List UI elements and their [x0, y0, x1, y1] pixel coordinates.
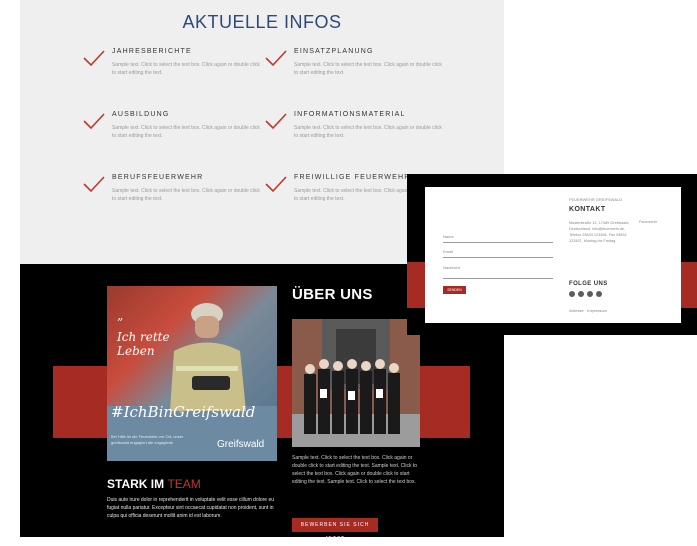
- team-photo-image: [292, 319, 420, 447]
- ueber-uns-heading: ÜBER UNS: [292, 286, 373, 303]
- info-text: Sample text. Click to select the text bo…: [112, 188, 260, 202]
- checkmark-icon: [265, 113, 287, 130]
- footer-links[interactable]: Adresse · Impressum: [569, 308, 607, 313]
- info-text: Sample text. Click to select the text bo…: [294, 62, 442, 76]
- name-field[interactable]: [443, 242, 553, 243]
- greifswald-logo: Greifswald: [217, 439, 265, 450]
- campaign-poster: ” Ich rette Leben #IchBinGreifswald Bei …: [107, 286, 277, 461]
- ueber-uns-text: Sample text. Click to select the text bo…: [292, 455, 418, 485]
- send-button[interactable]: SENDEN: [443, 286, 466, 294]
- name-label: Name: [443, 234, 454, 239]
- kontakt-kicker: FEUERWEHR GREIFSWALD: [569, 197, 623, 202]
- follow-us-heading: FOLGE UNS: [569, 281, 608, 287]
- facebook-icon[interactable]: [569, 291, 575, 297]
- info-title: JAHRESBERICHTE: [112, 48, 192, 55]
- info-title: FREIWILLIGE FEUERWEHR: [294, 174, 411, 181]
- instagram-icon[interactable]: [578, 291, 584, 297]
- info-title: EINSATZPLANUNG: [294, 48, 374, 55]
- heading-main: STARK IM: [107, 477, 168, 491]
- poster-footnote: Bei Hilfe ist die Feuerwehr vor Ort, uns…: [111, 434, 184, 445]
- info-text: Sample text. Click to select the text bo…: [112, 62, 260, 76]
- twitter-icon[interactable]: [596, 291, 602, 297]
- section-title: AKTUELLE INFOS: [182, 12, 342, 32]
- poster-quote: ” Ich rette Leben: [117, 316, 170, 358]
- checkmark-icon: [265, 50, 287, 67]
- youtube-icon[interactable]: [587, 291, 593, 297]
- team-photo: [292, 319, 420, 447]
- poster-hashtag: #IchBinGreifswald: [111, 403, 256, 421]
- info-title: INFORMATIONSMATERIAL: [294, 111, 406, 118]
- kontakt-heading: KONTAKT: [569, 206, 606, 213]
- kontakt-details: Musterstraße 12, 17489 Greifswald, Deuts…: [569, 221, 630, 243]
- info-title: AUSBILDUNG: [112, 111, 170, 118]
- message-label: Nachricht: [443, 265, 460, 270]
- kontakt-preview: Name Email Nachricht SENDEN FEUERWEHR GR…: [407, 174, 697, 335]
- email-field[interactable]: [443, 257, 553, 258]
- info-text: Sample text. Click to select the text bo…: [112, 125, 260, 139]
- info-text: Sample text. Click to select the text bo…: [294, 125, 442, 139]
- apply-now-button[interactable]: BEWERBEN SIE SICH JETZT: [292, 518, 378, 542]
- stark-im-team-text: Duis aute irure dolor in reprehenderit i…: [107, 497, 275, 519]
- contact-card: Name Email Nachricht SENDEN FEUERWEHR GR…: [425, 187, 681, 323]
- heading-accent: TEAM: [167, 477, 201, 491]
- checkmark-icon: [83, 113, 105, 130]
- info-title: BERUFSFEUERWEHR: [112, 174, 204, 181]
- email-label: Email: [443, 249, 454, 254]
- checkmark-icon: [83, 50, 105, 67]
- stark-im-team-heading: STARK IM TEAM: [107, 477, 201, 491]
- checkmark-icon: [83, 176, 105, 193]
- message-field[interactable]: [443, 278, 553, 279]
- kontakt-side-note: Feuerwehr: [639, 220, 658, 224]
- checkmark-icon: [265, 176, 287, 193]
